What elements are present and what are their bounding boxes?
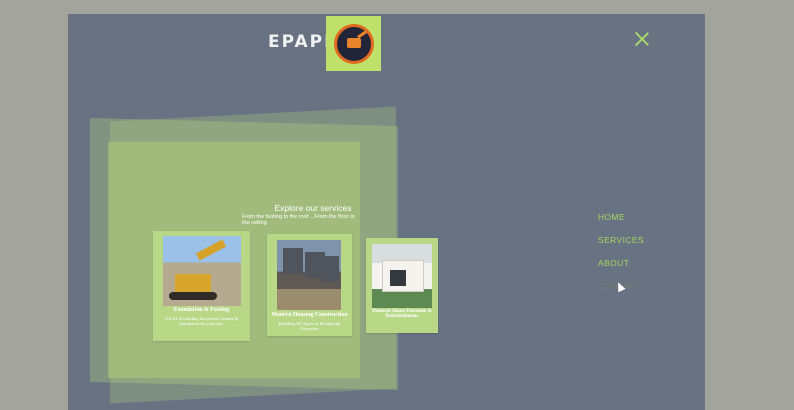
nav-item-home[interactable]: HOME [598, 212, 644, 222]
close-icon[interactable] [635, 32, 649, 46]
service-card-title: Domestic House Extension & Refurbishment… [372, 309, 432, 319]
nav-item-services[interactable]: SERVICES [598, 235, 644, 245]
nav-item-about[interactable]: ABOUT [598, 258, 644, 268]
service-image [277, 240, 341, 310]
excavator-logo-icon[interactable] [326, 16, 381, 71]
service-card-desc: The #1 in building the perfect footing &… [164, 316, 239, 326]
services-subtitle: From the footing to the roof ...From the… [242, 214, 355, 226]
service-card-housing[interactable]: Modern Housing Construction Building All… [267, 234, 352, 336]
service-image [372, 244, 432, 308]
menu-overlay-panel: EPAPE Explore our services From the foot… [68, 14, 705, 410]
service-card-title: Modern Housing Construction [271, 312, 348, 318]
service-card-foundation[interactable]: Foundation & Footing The #1 in building … [153, 231, 250, 341]
service-card-title: Foundation & Footing [173, 307, 230, 313]
logo-badge [333, 23, 374, 64]
service-card-extension[interactable]: Domestic House Extension & Refurbishment… [366, 238, 438, 333]
services-title: Explore our services [274, 203, 352, 213]
service-card-desc: Building All Types of Residential Proper… [278, 321, 341, 331]
service-image [163, 236, 241, 306]
